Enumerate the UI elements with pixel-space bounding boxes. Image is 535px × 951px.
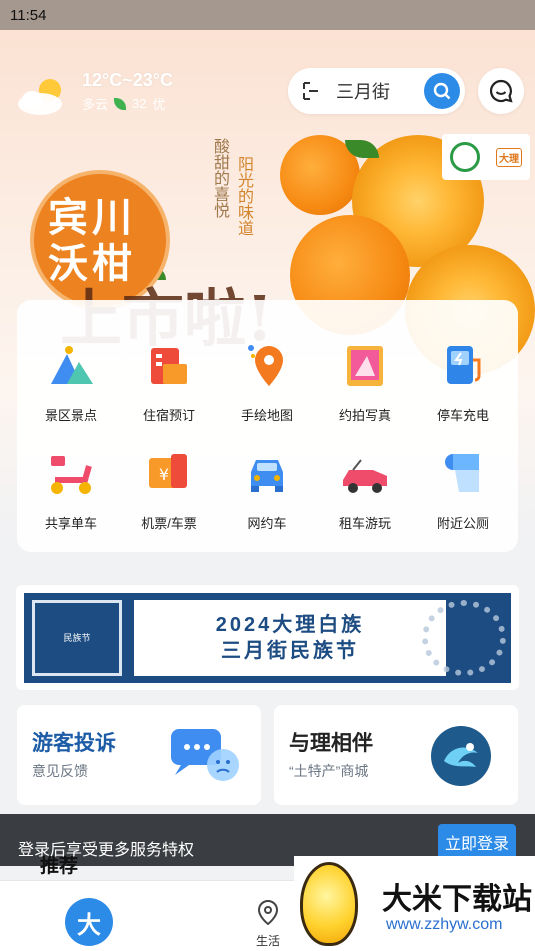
festival-title-line-1: 2024大理白族 bbox=[215, 614, 365, 636]
photo-icon bbox=[347, 346, 383, 386]
chat-bubble-icon bbox=[489, 79, 513, 103]
service-parking-charging[interactable]: 停车充电 bbox=[413, 342, 513, 424]
shop-card[interactable]: 与理相伴 “土特产”商城 bbox=[274, 705, 518, 805]
festival-pattern-decoration bbox=[422, 600, 506, 676]
leaf-icon bbox=[114, 97, 127, 110]
service-label: 共享单车 bbox=[44, 516, 97, 531]
svg-text:¥: ¥ bbox=[159, 465, 169, 484]
service-label: 约拍写真 bbox=[338, 408, 391, 423]
home-tab-icon: 大 bbox=[77, 911, 101, 939]
service-nearby-toilets[interactable]: 附近公厕 bbox=[413, 450, 513, 532]
partner-logo-icon bbox=[450, 142, 480, 172]
search-button[interactable] bbox=[424, 73, 460, 109]
service-photo-shoot[interactable]: 约拍写真 bbox=[315, 342, 415, 424]
car-icon bbox=[251, 460, 283, 492]
scan-icon[interactable] bbox=[300, 80, 322, 102]
service-shared-bike[interactable]: 共享单车 bbox=[21, 450, 121, 532]
festival-title-box: 2024大理白族 三月街民族节 bbox=[134, 600, 446, 676]
message-button[interactable] bbox=[478, 68, 524, 114]
tab-life[interactable]: 生活 bbox=[248, 899, 288, 949]
aqi-label: 优 bbox=[152, 97, 166, 112]
tab-life-label: 生活 bbox=[255, 934, 280, 948]
service-label: 网约车 bbox=[247, 516, 287, 531]
aqi-value: 32 bbox=[132, 96, 147, 111]
weather-details: 多云 32 优 bbox=[82, 94, 166, 113]
convertible-icon bbox=[343, 459, 387, 493]
map-pin-icon bbox=[248, 345, 283, 386]
service-scenic-spots[interactable]: 景区景点 bbox=[21, 342, 121, 424]
service-ride-hailing[interactable]: 网约车 bbox=[217, 450, 317, 532]
service-label: 租车游玩 bbox=[338, 516, 391, 531]
card-title: 游客投诉 bbox=[32, 732, 116, 755]
search-bar[interactable]: 三月街 bbox=[288, 68, 465, 114]
service-hand-drawn-map[interactable]: 手绘地图 bbox=[217, 342, 317, 424]
service-tickets[interactable]: ¥ 机票/车票 bbox=[119, 450, 219, 532]
scooter-icon bbox=[51, 456, 92, 494]
watermark-url: www.zzhyw.com bbox=[386, 916, 503, 933]
mountain-icon bbox=[51, 346, 93, 384]
tab-home[interactable]: 大 bbox=[65, 898, 113, 946]
location-pin-icon bbox=[257, 899, 279, 926]
toilet-paper-icon bbox=[445, 454, 479, 492]
shop-logo-icon bbox=[431, 726, 491, 786]
festival-seal-text: 民族节 bbox=[63, 632, 91, 643]
service-label: 机票/车票 bbox=[141, 516, 197, 531]
partly-cloudy-icon bbox=[18, 79, 62, 115]
service-label: 景区景点 bbox=[44, 408, 97, 423]
card-title: 与理相伴 bbox=[289, 732, 373, 755]
chat-complaint-icon bbox=[171, 729, 239, 781]
festival-seal: 民族节 bbox=[32, 600, 122, 676]
festival-banner-frame: 民族节 2024大理白族 三月街民族节 bbox=[24, 593, 511, 683]
service-label: 附近公厕 bbox=[436, 516, 489, 531]
hotel-icon bbox=[151, 348, 187, 384]
service-label: 手绘地图 bbox=[240, 408, 293, 423]
ticket-icon: ¥ bbox=[149, 454, 187, 488]
ev-charger-icon bbox=[447, 346, 481, 384]
service-car-rental[interactable]: 租车游玩 bbox=[315, 450, 415, 532]
banner-subtitle: 阳光的味道 bbox=[235, 156, 252, 236]
weather-condition: 多云 bbox=[82, 97, 109, 112]
festival-title-line-2: 三月街民族节 bbox=[221, 640, 359, 662]
weather-temperature: 12°C~23°C bbox=[82, 70, 173, 90]
watermark-overlay: 大米下载站 www.zzhyw.com bbox=[294, 856, 535, 951]
service-hotel-booking[interactable]: 住宿预订 bbox=[119, 342, 219, 424]
partner-logos: 大理 bbox=[442, 134, 530, 180]
status-time: 11:54 bbox=[10, 7, 47, 24]
festival-banner[interactable]: 民族节 2024大理白族 三月街民族节 bbox=[16, 585, 519, 690]
card-subtitle: “土特产”商城 bbox=[289, 763, 369, 779]
section-title-recommend: 推荐 bbox=[40, 856, 79, 877]
service-grid: 景区景点 住宿预订 手绘地图 约拍写真 停车充电 共享单车 ¥ 机票/车票 网约… bbox=[17, 300, 518, 552]
banner-subtitle-2: 酸甜的喜悦 bbox=[211, 138, 228, 218]
search-icon bbox=[433, 82, 451, 100]
status-bar: 11:54 bbox=[0, 0, 535, 30]
partner-logo-label: 大理 bbox=[496, 147, 522, 167]
complaint-card[interactable]: 游客投诉 意见反馈 bbox=[17, 705, 261, 805]
login-button[interactable]: 立即登录 bbox=[438, 824, 516, 860]
service-label: 住宿预订 bbox=[142, 408, 195, 423]
watermark-title: 大米下载站 bbox=[382, 882, 532, 917]
service-label: 停车充电 bbox=[436, 408, 489, 423]
search-input[interactable]: 三月街 bbox=[336, 78, 424, 104]
mascot-logo-icon bbox=[300, 862, 358, 946]
card-subtitle: 意见反馈 bbox=[32, 763, 88, 779]
